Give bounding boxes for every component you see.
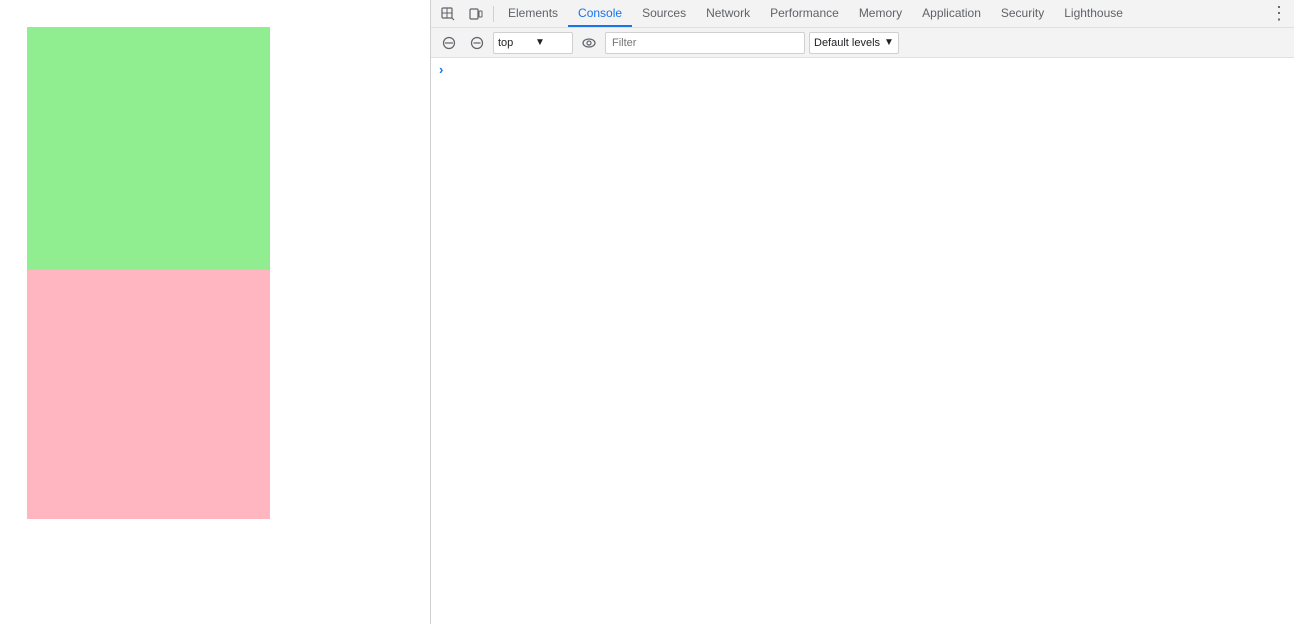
devtools-panel: Elements Console Sources Network Perform…	[430, 0, 1294, 624]
pink-box	[27, 270, 270, 519]
live-expression-button[interactable]	[577, 31, 601, 55]
console-toolbar: top ▼ Default levels ▼	[431, 28, 1294, 58]
devtools-tabs-bar: Elements Console Sources Network Perform…	[431, 0, 1294, 28]
tab-lighthouse[interactable]: Lighthouse	[1054, 0, 1133, 27]
tab-application[interactable]: Application	[912, 0, 991, 27]
devtools-tab-list: Elements Console Sources Network Perform…	[498, 0, 1264, 27]
green-box	[27, 27, 270, 270]
console-prompt-line: ›	[431, 58, 1294, 81]
tab-memory[interactable]: Memory	[849, 0, 912, 27]
console-output: ›	[431, 58, 1294, 624]
tab-sources[interactable]: Sources	[632, 0, 696, 27]
log-levels-selector[interactable]: Default levels ▼	[809, 32, 899, 54]
context-dropdown-arrow: ▼	[535, 37, 568, 48]
tab-network[interactable]: Network	[696, 0, 760, 27]
page-preview	[0, 0, 430, 624]
context-selector[interactable]: top ▼	[493, 32, 573, 54]
tab-elements[interactable]: Elements	[498, 0, 568, 27]
tab-performance[interactable]: Performance	[760, 0, 849, 27]
filter-input[interactable]	[605, 32, 805, 54]
levels-dropdown-arrow: ▼	[884, 37, 894, 48]
inspect-element-button[interactable]	[435, 2, 461, 26]
tab-security[interactable]: Security	[991, 0, 1054, 27]
tab-console[interactable]: Console	[568, 0, 632, 27]
no-entry-button[interactable]	[465, 31, 489, 55]
levels-label: Default levels	[814, 37, 880, 49]
clear-console-button[interactable]	[437, 31, 461, 55]
prompt-arrow-icon: ›	[439, 62, 443, 77]
context-value: top	[498, 37, 531, 49]
more-tabs-button[interactable]: ⋮	[1268, 2, 1290, 26]
device-toolbar-button[interactable]	[463, 2, 489, 26]
toolbar-separator	[493, 6, 494, 22]
